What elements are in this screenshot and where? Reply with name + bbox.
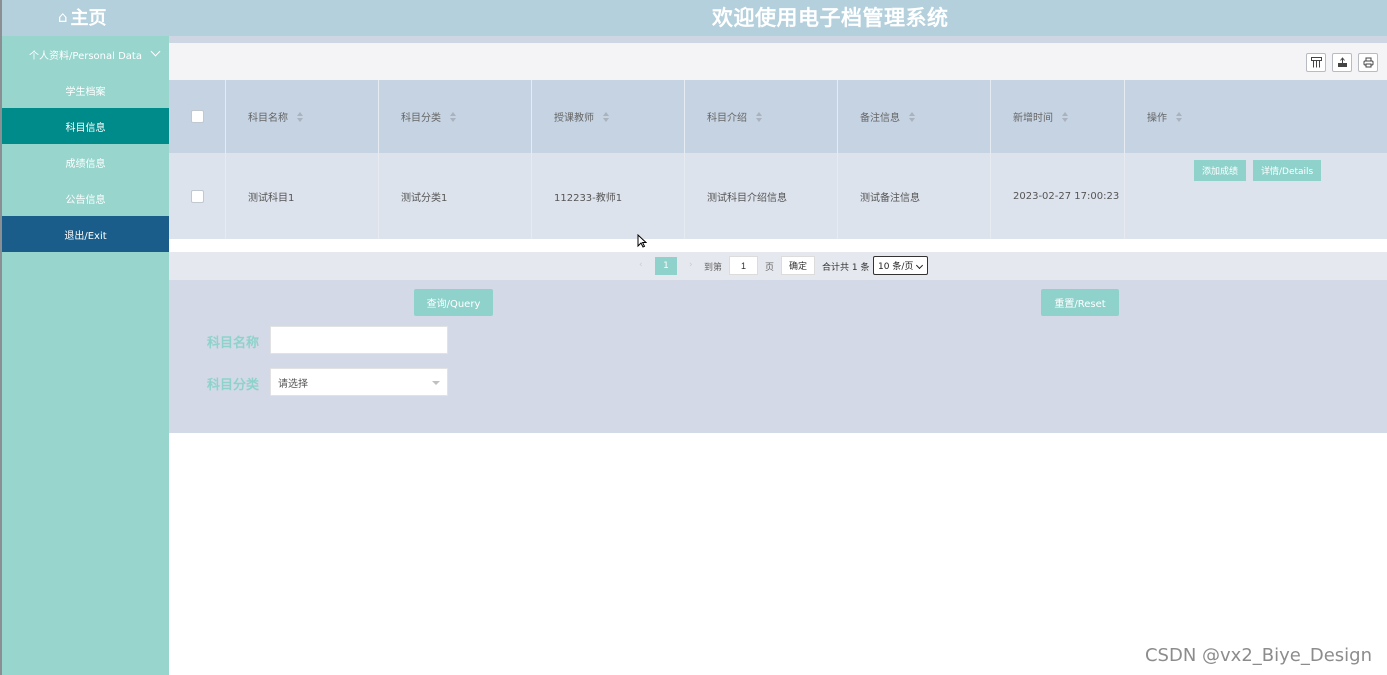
watermark: CSDN @vx2_Biye_Design xyxy=(1144,645,1372,666)
sidebar-item-student-files[interactable]: 学生档案 xyxy=(2,72,169,108)
cell-remark: 测试备注信息 xyxy=(838,153,991,239)
column-header-created-time[interactable]: 新增时间 xyxy=(991,80,1125,153)
mouse-cursor-icon xyxy=(637,233,648,251)
column-header-label: 授课教师 xyxy=(554,113,594,124)
select-all-cell xyxy=(169,80,226,153)
home-label: 主页 xyxy=(70,8,107,29)
column-header-intro[interactable]: 科目介绍 xyxy=(685,80,838,153)
row-select-cell xyxy=(169,153,226,239)
column-header-remark[interactable]: 备注信息 xyxy=(838,80,991,153)
column-header-label: 科目介绍 xyxy=(707,113,747,124)
table-header: 科目名称 科目分类 授课教师 科目介绍 备注信息 新增时间 操作 xyxy=(169,80,1387,153)
columns-icon[interactable] xyxy=(1306,53,1326,72)
next-page-button[interactable]: › xyxy=(689,260,693,270)
site-title: 欢迎使用电子档管理系统 xyxy=(712,6,949,30)
column-header-label: 科目名称 xyxy=(248,113,288,124)
content-top-strip xyxy=(169,36,1387,43)
row-checkbox[interactable] xyxy=(190,189,204,203)
sort-icon[interactable] xyxy=(450,111,456,122)
column-header-label: 科目分类 xyxy=(401,113,441,124)
sort-icon[interactable] xyxy=(603,111,609,122)
chevron-down-icon xyxy=(150,46,161,57)
sort-icon[interactable] xyxy=(909,111,915,122)
table-toolbar xyxy=(169,43,1387,80)
cell-actions: 添加成绩 详情/Details xyxy=(1125,153,1387,239)
home-link[interactable]: ⌂ 主页 xyxy=(58,4,107,30)
subject-name-input[interactable] xyxy=(270,326,448,354)
sidebar-item-notice-info[interactable]: 公告信息 xyxy=(2,180,169,216)
chevron-down-icon xyxy=(432,381,440,385)
sidebar-item-label: 科目信息 xyxy=(65,122,106,134)
select-all-checkbox[interactable] xyxy=(190,110,204,123)
sidebar: 个人资料/Personal Data 学生档案 科目信息 成绩信息 公告信息 退… xyxy=(2,36,169,675)
sidebar-item-label: 成绩信息 xyxy=(65,158,106,170)
column-header-actions: 操作 xyxy=(1125,80,1387,153)
sidebar-group-label: 个人资料/Personal Data xyxy=(29,50,142,62)
cell-created-time: 2023-02-27 17:00:23 xyxy=(991,153,1125,239)
details-button[interactable]: 详情/Details xyxy=(1253,160,1322,181)
subject-category-select[interactable]: 请选择 xyxy=(270,368,448,396)
total-count: 合计共 1 条 xyxy=(822,263,870,273)
page-size-select[interactable]: 10 条/页 xyxy=(873,256,928,275)
subject-category-label: 科目分类 xyxy=(207,378,260,393)
page-confirm-button[interactable]: 确定 xyxy=(781,256,815,275)
query-button[interactable]: 查询/Query xyxy=(414,289,493,316)
goto-label: 到第 xyxy=(704,263,723,273)
page-number-current[interactable]: 1 xyxy=(655,257,677,275)
column-header-subject-name[interactable]: 科目名称 xyxy=(226,80,379,153)
sort-icon[interactable] xyxy=(1176,111,1182,122)
reset-button[interactable]: 重置/Reset xyxy=(1041,289,1119,316)
top-header: ⌂ 主页 欢迎使用电子档管理系统 xyxy=(2,0,1387,36)
column-header-label: 新增时间 xyxy=(1013,113,1053,124)
search-panel: 查询/Query 重置/Reset 科目名称 科目分类 请选择 xyxy=(169,280,1387,433)
column-header-label: 操作 xyxy=(1147,113,1167,124)
table-row: 测试科目1 测试分类1 112233-教师1 测试科目介绍信息 测试备注信息 2… xyxy=(169,153,1387,239)
select-placeholder: 请选择 xyxy=(278,378,308,390)
sort-icon[interactable] xyxy=(1062,111,1068,122)
add-score-button[interactable]: 添加成绩 xyxy=(1194,160,1247,181)
page-unit-label: 页 xyxy=(765,263,775,273)
main-content: 科目名称 科目分类 授课教师 科目介绍 备注信息 新增时间 操作 测试科目1 测… xyxy=(169,36,1387,675)
column-header-label: 备注信息 xyxy=(860,113,900,124)
sidebar-item-label: 公告信息 xyxy=(65,194,106,206)
sidebar-item-exit[interactable]: 退出/Exit xyxy=(2,216,169,252)
page-jump-input[interactable] xyxy=(729,256,758,275)
column-header-category[interactable]: 科目分类 xyxy=(379,80,532,153)
pagination: ‹ 1 › 到第 页 确定 合计共 1 条 10 条/页 xyxy=(169,252,1387,280)
cell-subject-name: 测试科目1 xyxy=(226,153,379,239)
column-header-teacher[interactable]: 授课教师 xyxy=(532,80,685,153)
prev-page-button[interactable]: ‹ xyxy=(639,260,643,270)
data-table: 科目名称 科目分类 授课教师 科目介绍 备注信息 新增时间 操作 测试科目1 测… xyxy=(169,80,1387,296)
sidebar-item-score-info[interactable]: 成绩信息 xyxy=(2,144,169,180)
subject-name-label: 科目名称 xyxy=(207,336,260,351)
home-icon: ⌂ xyxy=(58,8,68,26)
print-icon[interactable] xyxy=(1358,53,1378,72)
sidebar-item-subject-info[interactable]: 科目信息 xyxy=(2,108,169,144)
cell-teacher: 112233-教师1 xyxy=(532,153,685,239)
sidebar-group-personal-data[interactable]: 个人资料/Personal Data xyxy=(2,36,169,72)
cell-intro: 测试科目介绍信息 xyxy=(685,153,838,239)
cell-category: 测试分类1 xyxy=(379,153,532,239)
sidebar-item-label: 学生档案 xyxy=(65,86,106,98)
sort-icon[interactable] xyxy=(297,111,303,122)
sort-icon[interactable] xyxy=(756,111,762,122)
sidebar-item-label: 退出/Exit xyxy=(64,230,107,242)
export-icon[interactable] xyxy=(1332,53,1352,72)
